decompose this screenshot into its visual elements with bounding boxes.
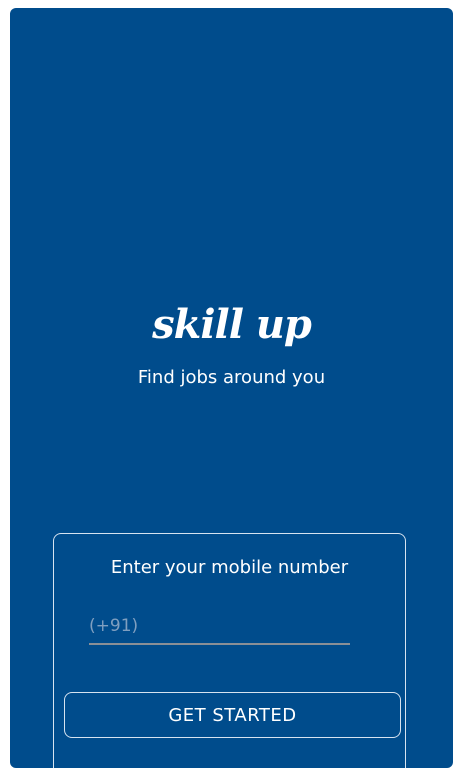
app-logo: skill up (152, 301, 312, 348)
app-screen: skill up Find jobs around you Enter your… (10, 8, 453, 768)
get-started-button[interactable]: GET STARTED (64, 692, 401, 738)
app-tagline: Find jobs around you (137, 367, 326, 388)
mobile-number-input[interactable] (89, 609, 350, 645)
login-card-title: Enter your mobile number (110, 557, 349, 578)
login-card: Enter your mobile number GET STARTED (53, 533, 406, 768)
